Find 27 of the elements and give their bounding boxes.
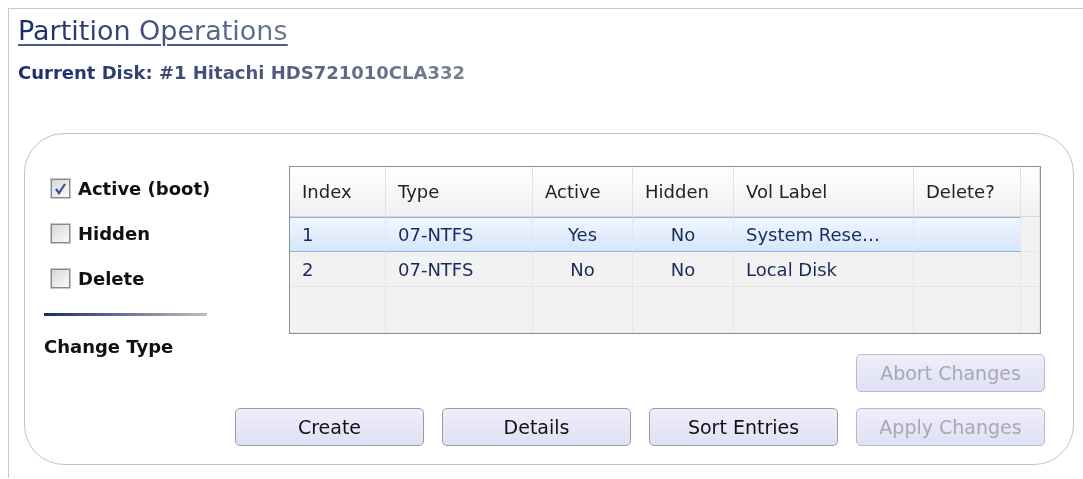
empty-header-cell [1021, 167, 1040, 217]
column-header[interactable]: Vol Label [734, 167, 914, 217]
table-cell: 1 [290, 217, 386, 252]
checkbox[interactable] [51, 269, 70, 288]
table-cell: 07-NTFS [386, 217, 533, 252]
column-header[interactable]: Delete? [914, 167, 1021, 217]
checkbox-label[interactable]: Delete [78, 268, 145, 289]
table-cell: 2 [290, 252, 386, 287]
checkbox-label[interactable]: Active (boot) [78, 178, 211, 199]
table-cell: No [633, 252, 734, 287]
table-cell: Local Disk [734, 252, 914, 287]
table-cell: Yes [533, 217, 633, 252]
table-cell: 07-NTFS [386, 252, 533, 287]
table-cell: System Rese… [734, 217, 914, 252]
table-cell: No [533, 252, 633, 287]
checkbox[interactable] [51, 179, 70, 198]
action-button[interactable]: Details [442, 408, 631, 446]
table-cell: No [633, 217, 734, 252]
action-button[interactable]: Sort Entries [649, 408, 838, 446]
column-header[interactable]: Active [533, 167, 633, 217]
checkbox[interactable] [51, 224, 70, 243]
column-header[interactable]: Index [290, 167, 386, 217]
change-type-label: Change Type [44, 336, 174, 357]
checkbox-label[interactable]: Hidden [78, 223, 151, 244]
action-button[interactable]: Create [235, 408, 424, 446]
column-header[interactable]: Hidden [633, 167, 734, 217]
column-header[interactable]: Type [386, 167, 533, 217]
